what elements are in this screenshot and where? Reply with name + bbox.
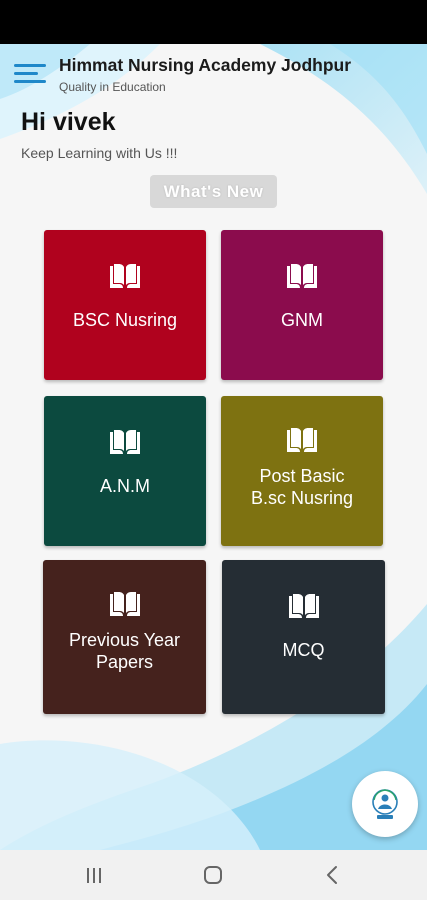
book-icon (287, 428, 317, 452)
app-title: Himmat Nursing Academy Jodhpur (59, 55, 352, 75)
home-icon[interactable] (193, 860, 233, 890)
course-tile-label-line: A.N.M (99, 476, 150, 496)
book-icon (109, 592, 140, 616)
book-icon (288, 594, 319, 618)
course-tile[interactable]: Post Basic B.sc Nusring (221, 396, 383, 546)
course-tile-label: A.N.M (50, 475, 200, 497)
back-icon[interactable] (312, 860, 352, 890)
greeting-subtitle: Keep Learning with Us !!! (21, 145, 178, 161)
course-tile-label: BSC Nusring (50, 309, 200, 331)
course-tile-label-line: B.sc Nusring (250, 488, 354, 508)
course-tile-label-line: Papers (95, 652, 154, 672)
course-tile-label-line: GNM (281, 310, 323, 330)
course-tile-label: Previous Year Papers (49, 629, 200, 673)
course-tile-label-line: Previous Year (68, 630, 181, 650)
academy-logo-button[interactable] (352, 771, 418, 837)
course-tile[interactable]: GNM (221, 230, 383, 380)
greeting-title: Hi vivek (21, 108, 116, 136)
system-nav-bar (0, 850, 427, 900)
book-icon (110, 430, 140, 454)
course-tile-label-line: MCQ (282, 640, 325, 660)
whats-new-button[interactable]: What's New (150, 175, 277, 208)
course-tile[interactable]: A.N.M (44, 396, 206, 546)
recents-icon[interactable] (74, 860, 114, 890)
course-tile-label-line: BSC Nusring (72, 310, 178, 330)
course-tile[interactable]: BSC Nusring (44, 230, 206, 380)
course-tile[interactable]: Previous Year Papers (43, 560, 206, 714)
app-header: Himmat Nursing Academy Jodhpur Quality i… (0, 44, 427, 104)
course-tile-label: MCQ (228, 639, 379, 661)
menu-icon[interactable] (14, 64, 48, 88)
course-tile-label: GNM (227, 309, 377, 331)
course-tile-label-line: Post Basic (259, 466, 345, 486)
academy-logo-icon (372, 789, 398, 819)
book-icon (287, 264, 317, 288)
app-subtitle: Quality in Education (59, 80, 166, 94)
course-tile-label: Post Basic B.sc Nusring (227, 465, 377, 509)
course-tile[interactable]: MCQ (222, 560, 385, 714)
status-bar (0, 0, 427, 44)
book-icon (110, 264, 140, 288)
